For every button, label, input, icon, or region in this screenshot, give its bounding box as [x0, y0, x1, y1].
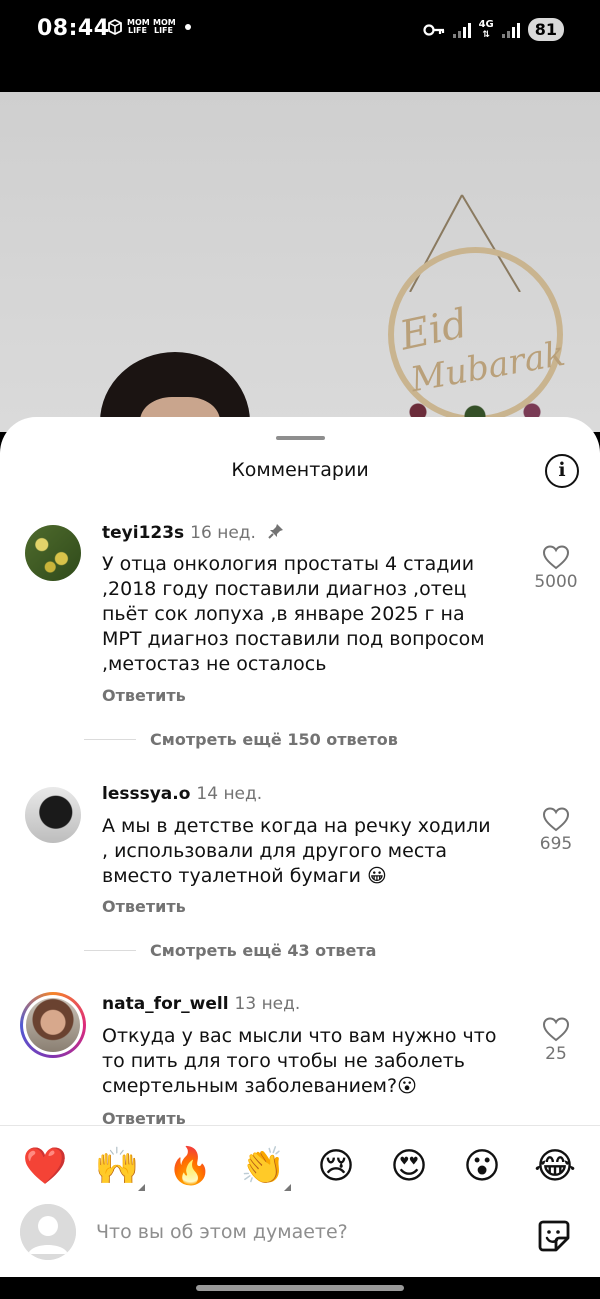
mom-life-icon: MOM LIFE — [153, 18, 176, 35]
view-replies-label[interactable]: Смотреть ещё 43 ответа — [150, 941, 376, 960]
comment-input[interactable] — [96, 1214, 506, 1250]
emoji-heart-eyes-button[interactable]: 😍 — [386, 1144, 432, 1190]
heart-icon[interactable] — [542, 544, 570, 570]
vpn-key-icon — [422, 23, 444, 36]
comment-meta: lesssya.o 14 нед. — [102, 784, 262, 804]
emoji-cry-button[interactable]: 😢 — [313, 1144, 359, 1190]
sheet-title: Комментарии — [231, 459, 369, 481]
status-right: 4G ⇅ 81 — [422, 18, 564, 41]
like-count: 25 — [545, 1044, 567, 1064]
comment-username[interactable]: teyi123s — [102, 523, 184, 543]
comment-username[interactable]: lesssya.o — [102, 784, 190, 804]
navigation-bar — [0, 1277, 600, 1299]
comment-time: 14 нед. — [196, 784, 263, 804]
sticker-icon[interactable] — [536, 1218, 572, 1254]
video-preview[interactable]: Eid Mubarak — [0, 92, 600, 432]
like-button[interactable]: 25 — [528, 1016, 584, 1064]
skin-tone-indicator-icon — [138, 1184, 145, 1191]
status-time: 08:44 — [37, 16, 110, 41]
my-avatar — [20, 1204, 76, 1260]
pin-icon — [268, 524, 284, 539]
like-count: 695 — [539, 834, 573, 854]
comment-meta: nata_for_well 13 нед. — [102, 994, 300, 1014]
avatar[interactable] — [25, 525, 81, 581]
default-avatar-icon — [20, 1204, 76, 1260]
skin-tone-indicator-icon — [284, 1184, 291, 1191]
comment-time: 16 нед. — [190, 523, 256, 543]
reply-button[interactable]: Ответить — [102, 897, 186, 916]
notification-dot-icon — [185, 24, 191, 30]
view-replies-label[interactable]: Смотреть ещё 150 ответов — [150, 730, 398, 749]
notification-icons: MOM LIFE MOM LIFE — [108, 19, 191, 35]
emoji-clap-button[interactable]: 👏 — [240, 1144, 286, 1190]
like-button[interactable]: 695 — [528, 806, 584, 854]
network-type-label: 4G ⇅ — [478, 18, 494, 40]
emoji-raised-hands-button[interactable]: 🙌 — [94, 1144, 140, 1190]
comments-sheet: Комментарии i teyi123s 16 нед. У отца онк… — [0, 417, 600, 1277]
like-button[interactable]: 5000 — [528, 544, 584, 592]
mom-life-icon: MOM LIFE — [127, 18, 150, 35]
avatar[interactable] — [26, 998, 80, 1052]
emoji-heart-button[interactable]: ❤️ — [22, 1144, 68, 1190]
quick-reactions-bar: ❤️ 🙌 🔥 👏 😢 😍 😮 😂 — [0, 1144, 600, 1191]
like-count: 5000 — [534, 572, 578, 592]
heart-icon[interactable] — [542, 806, 570, 832]
divider-line — [84, 950, 136, 951]
comment-meta: teyi123s 16 нед. — [102, 522, 285, 543]
battery-indicator: 81 — [527, 18, 564, 41]
comment-text: Откуда у вас мысли что вам нужно что то … — [102, 1025, 497, 1097]
avatar[interactable] — [25, 787, 81, 843]
drag-handle[interactable] — [276, 436, 325, 440]
info-button[interactable]: i — [545, 454, 579, 488]
signal-icon — [452, 22, 471, 38]
signal-icon — [501, 22, 520, 38]
view-replies-button[interactable]: Смотреть ещё 150 ответов — [84, 730, 398, 749]
comment-text: А мы в детстве когда на речку ходили , и… — [102, 815, 491, 887]
heart-icon[interactable] — [542, 1016, 570, 1042]
emoji-fire-button[interactable]: 🔥 — [167, 1144, 213, 1190]
box-icon — [108, 19, 122, 35]
comment-time: 13 нед. — [234, 994, 301, 1014]
divider-line — [84, 739, 136, 740]
story-ring[interactable] — [20, 992, 86, 1058]
view-replies-button[interactable]: Смотреть ещё 43 ответа — [84, 941, 376, 960]
emoji-surprised-button[interactable]: 😮 — [459, 1144, 505, 1190]
comment-composer: ❤️ 🙌 🔥 👏 😢 😍 😮 😂 — [0, 1125, 600, 1277]
comment-text: У отца онкология простаты 4 стадии ,2018… — [102, 553, 485, 675]
emoji-laughing-button[interactable]: 😂 — [532, 1144, 578, 1190]
comment-username[interactable]: nata_for_well — [102, 994, 229, 1014]
reply-button[interactable]: Ответить — [102, 686, 186, 705]
home-indicator[interactable] — [196, 1285, 404, 1291]
status-bar: 08:44 MOM LIFE MOM LIFE 4G ⇅ 81 — [0, 0, 600, 62]
